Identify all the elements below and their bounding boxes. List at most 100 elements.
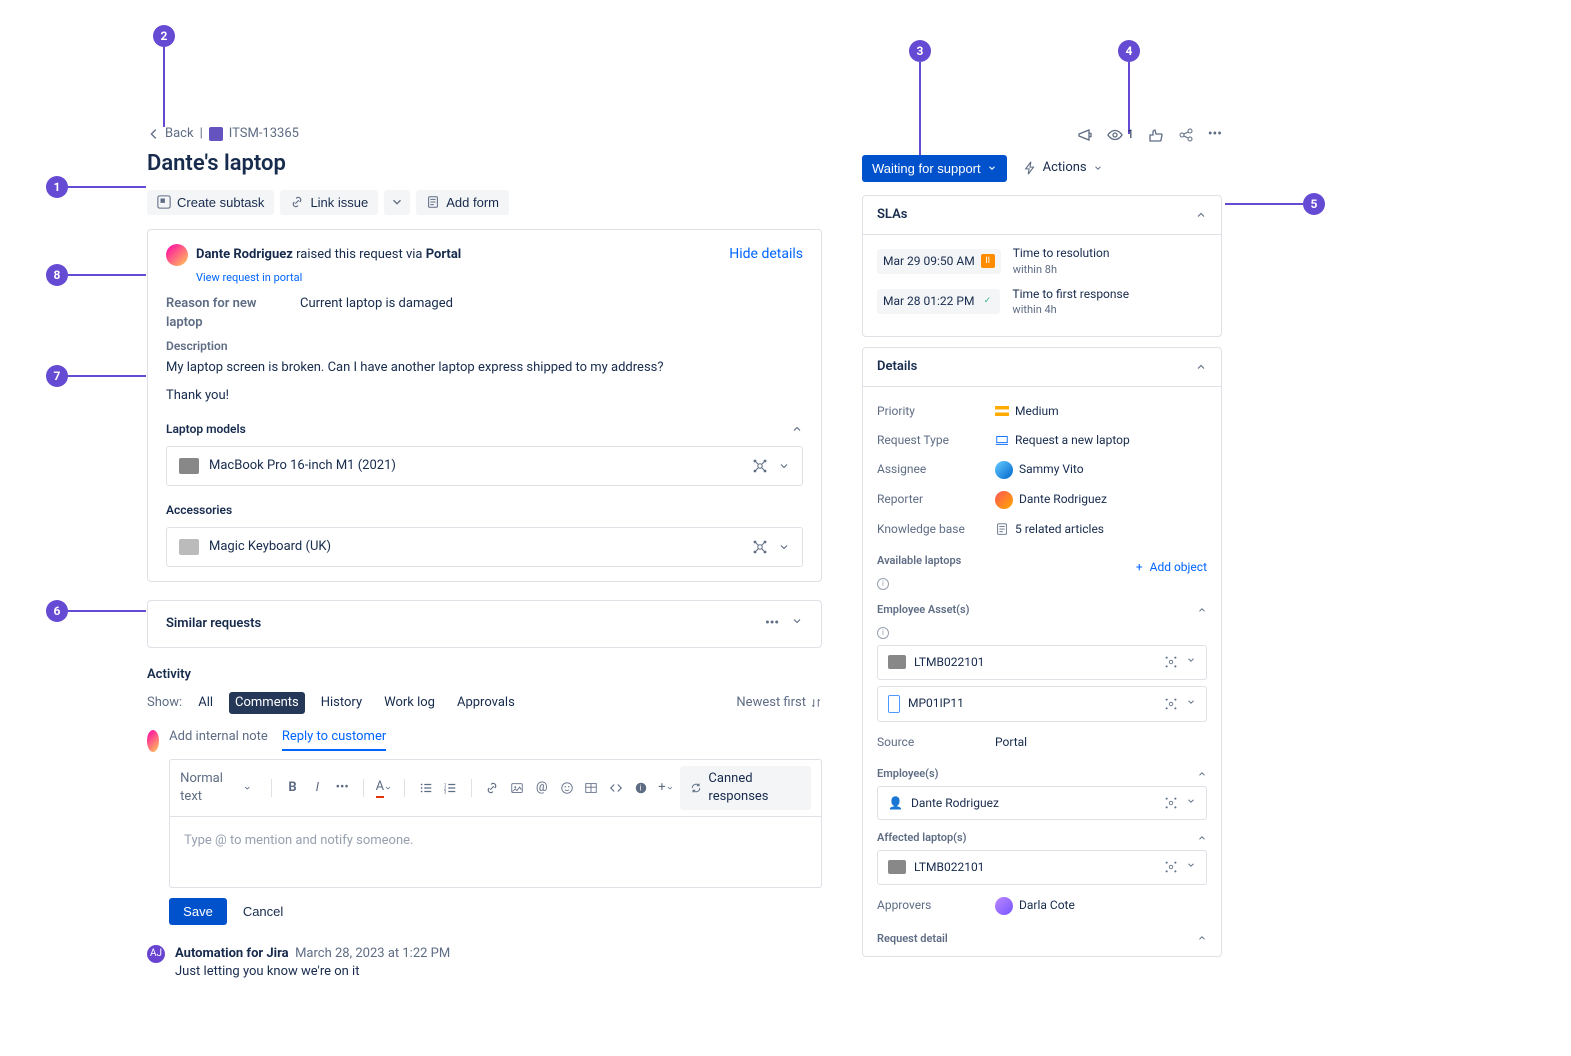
chevron-down-icon[interactable] xyxy=(1186,796,1196,806)
details-panel-toggle[interactable]: Details xyxy=(863,348,1221,387)
add-object-button[interactable]: + Add object xyxy=(1136,559,1207,576)
view-in-portal-link[interactable]: View request in portal xyxy=(196,270,803,285)
chevron-down-icon[interactable] xyxy=(778,541,790,553)
tab-comments[interactable]: Comments xyxy=(229,692,305,714)
text-style-select[interactable]: Normal text xyxy=(180,770,251,806)
mention-icon[interactable]: @ xyxy=(531,776,552,800)
chevron-down-icon[interactable] xyxy=(1186,655,1196,665)
chevron-down-icon xyxy=(1093,163,1103,173)
chevron-down-icon xyxy=(390,195,404,209)
share-icon[interactable] xyxy=(1178,127,1194,143)
sla-timestamp: Mar 28 01:22 PM ✓ xyxy=(877,289,1000,314)
form-icon xyxy=(426,195,440,209)
link-icon[interactable] xyxy=(482,776,503,800)
sort-toggle[interactable]: Newest first xyxy=(736,694,822,712)
bullet-list-icon[interactable] xyxy=(415,776,436,800)
similar-requests-heading: Similar requests xyxy=(166,615,261,633)
collapse-request-detail[interactable] xyxy=(1197,933,1207,943)
graph-icon[interactable] xyxy=(1164,860,1178,874)
approvers-field[interactable]: Darla Cote xyxy=(995,897,1075,915)
comment-body: Just letting you know we're on it xyxy=(175,963,450,981)
mode-reply-customer[interactable]: Reply to customer xyxy=(282,728,386,750)
canned-responses-button[interactable]: Canned responses xyxy=(680,766,811,810)
priority-field[interactable]: Medium xyxy=(995,403,1059,420)
kb-field[interactable]: 5 related articles xyxy=(995,521,1104,538)
avatar xyxy=(995,461,1013,479)
check-icon: ✓ xyxy=(980,295,994,309)
chevron-down-icon[interactable] xyxy=(791,615,803,627)
status-dropdown[interactable]: Waiting for support xyxy=(862,155,1007,182)
info-panel-icon[interactable]: i xyxy=(631,776,652,800)
code-icon[interactable] xyxy=(606,776,627,800)
bold-icon[interactable]: B xyxy=(282,776,303,800)
insert-more-icon[interactable]: + xyxy=(655,776,676,800)
comment-textarea[interactable]: Type @ to mention and notify someone. xyxy=(170,817,821,887)
collapse-laptop-models[interactable] xyxy=(791,423,803,435)
graph-icon[interactable] xyxy=(1164,796,1178,810)
callout-7: 7 xyxy=(46,365,68,387)
tab-history[interactable]: History xyxy=(315,692,368,714)
tab-approvals[interactable]: Approvals xyxy=(451,692,521,714)
reporter-field[interactable]: Dante Rodriguez xyxy=(995,491,1107,509)
slas-panel-toggle[interactable]: SLAs xyxy=(863,196,1221,235)
issue-title[interactable]: Dante's laptop xyxy=(147,149,822,180)
add-form-button[interactable]: Add form xyxy=(416,190,509,215)
more-icon[interactable]: ••• xyxy=(765,615,779,633)
asset-row[interactable]: MP01IP11 xyxy=(877,686,1207,722)
assignee-field[interactable]: Sammy Vito xyxy=(995,461,1084,479)
show-label: Show: xyxy=(147,694,182,712)
back-link[interactable]: Back xyxy=(147,125,194,143)
comment-timestamp: March 28, 2023 at 1:22 PM xyxy=(295,946,450,961)
tab-worklog[interactable]: Work log xyxy=(378,692,441,714)
create-subtask-button[interactable]: Create subtask xyxy=(147,190,274,215)
chevron-down-icon[interactable] xyxy=(1186,697,1196,707)
save-button[interactable]: Save xyxy=(169,898,227,925)
graph-icon[interactable] xyxy=(1164,697,1178,711)
graph-icon[interactable] xyxy=(752,539,768,555)
asset-row[interactable]: LTMB022101 xyxy=(877,645,1207,680)
emoji-icon[interactable] xyxy=(556,776,577,800)
italic-icon[interactable]: I xyxy=(307,776,328,800)
mode-internal-note[interactable]: Add internal note xyxy=(169,728,268,750)
collapse-employee-assets[interactable] xyxy=(1197,605,1207,615)
cancel-button[interactable]: Cancel xyxy=(237,898,289,925)
chevron-down-icon xyxy=(987,163,997,173)
feedback-icon[interactable] xyxy=(1077,127,1093,143)
laptop-thumb-icon xyxy=(888,655,906,669)
callout-8: 8 xyxy=(46,264,68,286)
link-issue-button[interactable]: Link issue xyxy=(280,190,378,215)
watchers-button[interactable]: 1 xyxy=(1107,126,1134,143)
current-user-avatar xyxy=(147,730,159,752)
chevron-down-icon[interactable] xyxy=(1186,860,1196,870)
asset-row[interactable]: MacBook Pro 16-inch M1 (2021) xyxy=(166,446,803,486)
tab-all[interactable]: All xyxy=(192,692,219,714)
collapse-affected[interactable] xyxy=(1197,833,1207,843)
chevron-down-icon[interactable] xyxy=(778,460,790,472)
numbered-list-icon[interactable]: 123 xyxy=(440,776,461,800)
request-type-field[interactable]: Request a new laptop xyxy=(995,432,1130,449)
phone-thumb-icon xyxy=(888,695,900,713)
more-actions-icon[interactable]: ••• xyxy=(1208,125,1222,145)
image-icon[interactable] xyxy=(507,776,528,800)
table-icon[interactable] xyxy=(581,776,602,800)
vote-icon[interactable] xyxy=(1148,127,1164,143)
text-color-icon[interactable]: A xyxy=(373,776,394,800)
callout-1: 1 xyxy=(46,176,68,198)
laptop-thumb-icon xyxy=(888,860,906,874)
graph-icon[interactable] xyxy=(752,458,768,474)
info-icon[interactable]: i xyxy=(877,578,889,590)
issue-key-link[interactable]: ITSM-13365 xyxy=(209,125,299,143)
actions-dropdown[interactable]: Actions xyxy=(1015,153,1111,183)
collapse-employees[interactable] xyxy=(1197,769,1207,779)
asset-row[interactable]: Magic Keyboard (UK) xyxy=(166,527,803,567)
more-formatting-icon[interactable]: ••• xyxy=(332,776,353,800)
chevron-up-icon xyxy=(1195,361,1207,373)
link-issue-dropdown[interactable] xyxy=(384,190,410,215)
info-icon[interactable]: i xyxy=(877,627,889,639)
reason-value: Current laptop is damaged xyxy=(300,295,453,331)
asset-row[interactable]: LTMB022101 xyxy=(877,850,1207,885)
hide-details-link[interactable]: Hide details xyxy=(729,245,803,265)
sla-timestamp: Mar 29 09:50 AM II xyxy=(877,249,1001,274)
graph-icon[interactable] xyxy=(1164,655,1178,669)
asset-row[interactable]: 👤Dante Rodriguez xyxy=(877,786,1207,821)
